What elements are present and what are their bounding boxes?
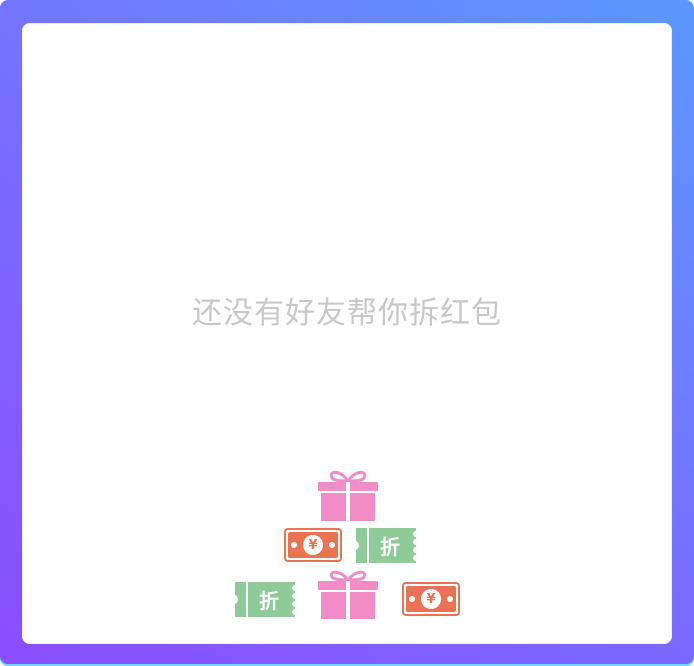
coupon-label: 折 — [259, 589, 279, 613]
coupon-icon: 折 — [356, 528, 416, 563]
gift-icon — [318, 469, 378, 521]
cash-symbol: ¥ — [308, 537, 318, 553]
coupon-label: 折 — [380, 535, 400, 559]
gift-icon — [318, 569, 378, 619]
cash-icon: ¥ — [284, 528, 342, 562]
coupon-icon: 折 — [235, 582, 295, 617]
friends-help-panel: 还没有好友帮你拆红包 ¥ 折 折 ¥ — [22, 23, 672, 644]
gradient-frame: 还没有好友帮你拆红包 ¥ 折 折 ¥ — [0, 0, 694, 666]
cash-symbol: ¥ — [426, 591, 436, 607]
empty-state-message: 还没有好友帮你拆红包 — [192, 296, 502, 331]
cash-icon: ¥ — [402, 582, 460, 616]
